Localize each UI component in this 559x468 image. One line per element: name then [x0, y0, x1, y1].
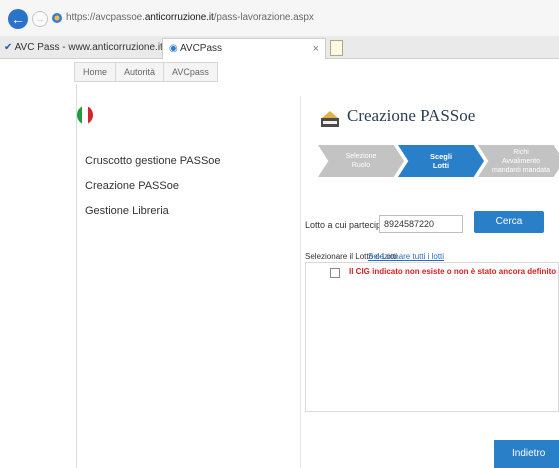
sidebar-item-libreria[interactable]: Gestione Libreria — [85, 205, 169, 217]
sidebar-item-creazione[interactable]: Creazione PASSoe — [85, 180, 179, 192]
breadcrumb-avcpass[interactable]: AVCpass — [163, 62, 218, 82]
new-tab-icon[interactable] — [330, 40, 343, 56]
lotto-checkbox[interactable] — [330, 268, 340, 278]
cerca-button[interactable]: Cerca — [474, 211, 544, 233]
close-tab-icon[interactable]: × — [313, 39, 319, 59]
step-scegli-lotti[interactable]: Scegli Lotti — [398, 145, 484, 177]
lotto-cig-input[interactable] — [379, 215, 463, 233]
wizard-stepper: Selezione Ruolo Scegli Lotti Richi Avvalime… — [318, 145, 559, 177]
forward-arrow-icon[interactable]: → — [32, 11, 48, 27]
page-title: Creazione PASSoe — [347, 106, 476, 125]
error-message: Il CIG indicato non esiste o non è stato… — [349, 267, 557, 276]
indietro-button[interactable]: Indietro — [494, 440, 559, 468]
ie-tab-icon: ◉ — [169, 43, 178, 54]
page-favicon-icon — [52, 13, 62, 23]
url-field[interactable]: https://avcpassoe.anticorruzione.it/pass… — [66, 12, 314, 23]
tab-avc-pass[interactable]: ✔ AVC Pass - www.anticorruzione.it — [0, 38, 163, 58]
breadcrumb-home[interactable]: Home — [74, 62, 117, 82]
guide-book-icon — [321, 111, 339, 127]
breadcrumb-autorita[interactable]: Autorità — [115, 62, 165, 82]
sidebar-item-cruscotto[interactable]: Cruscotto gestione PASSoe — [85, 155, 221, 167]
tab-avcpass[interactable]: ◉ AVCPass × — [162, 38, 326, 59]
select-all-link[interactable]: Selezionare tutti i lotti — [368, 252, 444, 261]
sidebar-divider — [76, 84, 77, 468]
step-avvalimento[interactable]: Richi Avvalimento mandanti mandata — [478, 145, 559, 177]
avc-logo-icon: ✔ — [4, 42, 13, 53]
italian-flag-icon — [77, 106, 93, 124]
step-selezione-ruolo[interactable]: Selezione Ruolo — [318, 145, 404, 177]
lotti-list — [305, 262, 559, 412]
content-divider — [300, 96, 301, 468]
back-arrow-icon[interactable]: ← — [8, 9, 28, 29]
breadcrumb: Home Autorità AVCpass — [74, 62, 218, 82]
